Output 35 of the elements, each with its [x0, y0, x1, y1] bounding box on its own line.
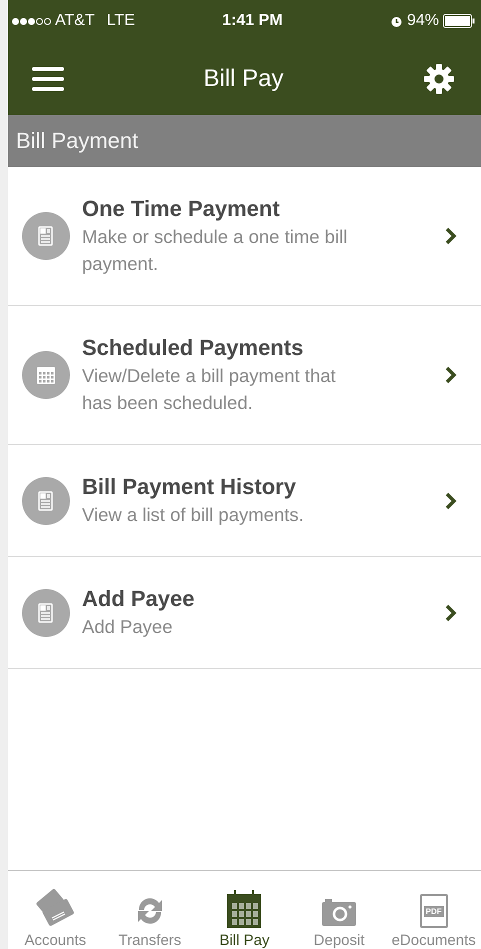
page-title: Bill Pay: [203, 64, 284, 92]
item-description: Make or schedule a one time bill payment.: [82, 225, 348, 276]
document-icon: [22, 212, 70, 260]
menu-icon[interactable]: [32, 66, 64, 92]
tab[interactable]: Bill Pay: [197, 873, 292, 949]
battery-percent: 94%: [406, 12, 439, 30]
battery-icon: [442, 14, 475, 28]
section-title: Bill Payment: [16, 128, 138, 154]
camera-icon: [321, 896, 358, 928]
alarm-icon: [390, 14, 403, 28]
status-time: 1:41 PM: [222, 12, 283, 30]
menu-item[interactable]: Bill Payment History View a list of bill payments.: [8, 445, 481, 557]
settings-icon[interactable]: [423, 62, 455, 94]
document-icon: [22, 476, 70, 524]
network-label: LTE: [106, 12, 135, 30]
item-title: One Time Payment: [82, 195, 281, 223]
chevron-icon: [445, 604, 457, 622]
document-icon: [22, 588, 70, 636]
item-description: Add Payee: [82, 615, 174, 639]
item-description: View a list of bill payments.: [82, 503, 305, 527]
chevron-icon: [445, 366, 457, 384]
item-title: Add Payee: [82, 585, 196, 613]
item-title: Bill Payment History: [82, 473, 297, 501]
calendar-icon: [226, 890, 262, 928]
menu-item[interactable]: Add Payee Add Payee: [8, 557, 481, 669]
menu-item[interactable]: One Time Payment Make or schedule a one time bill payment.: [8, 167, 481, 306]
signal-icon: [12, 18, 51, 24]
calendar-icon: [22, 351, 70, 399]
carrier-label: AT&T: [55, 12, 95, 30]
item-description: View/Delete a bill payment that has been scheduled.: [82, 364, 337, 415]
menu-item[interactable]: Scheduled Payments View/Delete a bill payment that has been scheduled.: [8, 306, 481, 445]
item-title: Scheduled Payments: [82, 334, 304, 362]
chevron-icon: [445, 227, 457, 245]
pdf-icon: PDF: [420, 894, 448, 928]
chevron-icon: [445, 492, 457, 510]
